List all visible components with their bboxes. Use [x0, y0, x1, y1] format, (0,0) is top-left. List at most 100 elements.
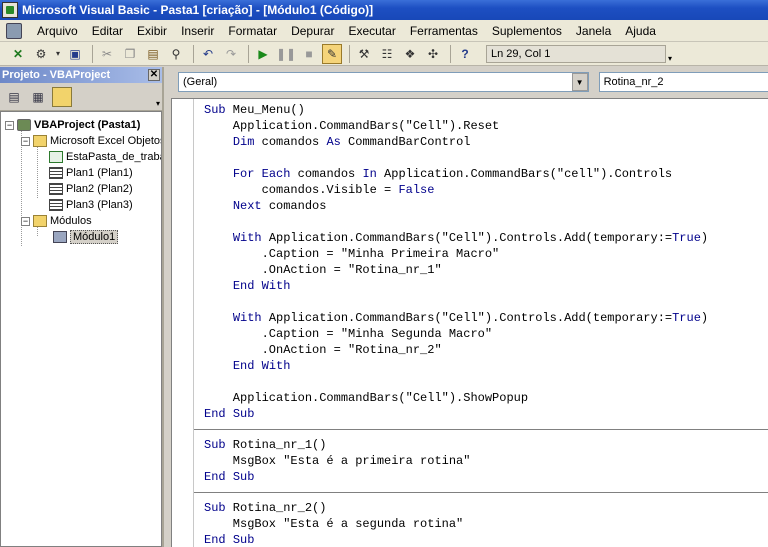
code-line[interactable]: Sub Rotina_nr_2(): [204, 500, 768, 516]
toggle-folders-icon[interactable]: [52, 86, 72, 107]
toolbar-options-icon[interactable]: ▾: [668, 54, 672, 65]
code-line[interactable]: [204, 374, 768, 390]
tree-item-label: Plan3 (Plan3): [66, 199, 133, 211]
code-line[interactable]: With Application.CommandBars("Cell").Con…: [204, 230, 768, 246]
code-line[interactable]: Application.CommandBars("Cell").Reset: [204, 118, 768, 134]
toolbar-separator: [450, 44, 451, 63]
code-line[interactable]: End Sub: [204, 406, 768, 422]
code-margin[interactable]: [172, 99, 194, 547]
tree-item-label: Módulo1: [70, 230, 119, 244]
save-icon[interactable]: ▣: [65, 44, 85, 64]
menu-executar[interactable]: Executar: [341, 24, 402, 38]
properties-icon[interactable]: ☷: [377, 44, 397, 64]
chevron-down-icon[interactable]: ▼: [571, 73, 588, 91]
folder-icon: [33, 135, 47, 147]
object-dropdown-value: (Geral): [183, 76, 218, 88]
code-line[interactable]: Application.CommandBars("Cell").ShowPopu…: [204, 390, 768, 406]
redo-icon[interactable]: ↷: [221, 44, 241, 64]
project-explorer-icon[interactable]: ⚒: [354, 44, 374, 64]
code-line[interactable]: For Each comandos In Application.Command…: [204, 166, 768, 182]
toolbox-icon[interactable]: ✣: [423, 44, 443, 64]
menu-suplementos[interactable]: Suplementos: [485, 24, 569, 38]
module-window-icon[interactable]: [6, 22, 22, 39]
tree-item-sheet[interactable]: Plan3 (Plan3): [49, 197, 133, 213]
code-line[interactable]: .Caption = "Minha Segunda Macro": [204, 326, 768, 342]
menu-arquivo[interactable]: Arquivo: [30, 24, 85, 38]
code-line[interactable]: MsgBox "Esta é a segunda rotina": [204, 516, 768, 532]
menu-depurar[interactable]: Depurar: [284, 24, 341, 38]
copy-icon[interactable]: ❐: [120, 44, 140, 64]
code-line[interactable]: End Sub: [204, 469, 768, 485]
window-title: Microsoft Visual Basic - Pasta1 [criação…: [22, 3, 374, 17]
reset-icon[interactable]: ■: [299, 44, 319, 64]
find-icon[interactable]: ⚲: [166, 44, 186, 64]
procedure-dropdown[interactable]: Rotina_nr_2: [598, 72, 768, 92]
project-explorer-title: Projeto - VBAProject: [2, 69, 111, 81]
code-line[interactable]: .OnAction = "Rotina_nr_1": [204, 262, 768, 278]
close-icon[interactable]: ✕: [148, 69, 160, 81]
cut-icon[interactable]: ✂: [97, 44, 117, 64]
tree-item-label: Módulos: [50, 215, 92, 227]
tree-item-workbook[interactable]: EstaPasta_de_trabalho: [49, 149, 161, 165]
help-icon[interactable]: ?: [455, 44, 475, 64]
menu-editar[interactable]: Editar: [85, 24, 130, 38]
tree-item-modules[interactable]: − Módulos: [21, 213, 92, 229]
code-line[interactable]: .OnAction = "Rotina_nr_2": [204, 342, 768, 358]
toolbar-options-icon[interactable]: ▾: [156, 99, 160, 108]
insert-dropdown-icon[interactable]: ▾: [54, 44, 62, 64]
object-browser-icon[interactable]: ❖: [400, 44, 420, 64]
code-line[interactable]: End With: [204, 358, 768, 374]
code-line[interactable]: MsgBox "Esta é a primeira rotina": [204, 453, 768, 469]
code-line[interactable]: comandos.Visible = False: [204, 182, 768, 198]
tree-item-sheet[interactable]: Plan2 (Plan2): [49, 181, 133, 197]
insert-object-icon[interactable]: ⚙: [31, 44, 51, 64]
code-editor[interactable]: Sub Meu_Menu() Application.CommandBars("…: [171, 98, 768, 547]
code-line[interactable]: End Sub: [204, 532, 768, 547]
code-line[interactable]: [204, 214, 768, 230]
worksheet-icon: [49, 167, 63, 179]
tree-item-label: EstaPasta_de_trabalho: [66, 151, 161, 163]
code-lines[interactable]: Sub Meu_Menu() Application.CommandBars("…: [194, 99, 768, 547]
code-line[interactable]: Dim comandos As CommandBarControl: [204, 134, 768, 150]
menu-formatar[interactable]: Formatar: [221, 24, 284, 38]
project-explorer-header: Projeto - VBAProject ✕: [0, 67, 162, 83]
undo-icon[interactable]: ↶: [198, 44, 218, 64]
title-bar: Microsoft Visual Basic - Pasta1 [criação…: [0, 0, 768, 20]
excel-view-icon[interactable]: ✕: [8, 44, 28, 64]
code-line[interactable]: Sub Rotina_nr_1(): [204, 437, 768, 453]
project-tree: − VBAProject (Pasta1) − Microsoft Excel …: [0, 111, 162, 547]
code-line[interactable]: End With: [204, 278, 768, 294]
design-mode-icon[interactable]: ✎: [322, 43, 342, 64]
code-line[interactable]: Next comandos: [204, 198, 768, 214]
menu-ferramentas[interactable]: Ferramentas: [403, 24, 485, 38]
paste-icon[interactable]: ▤: [143, 44, 163, 64]
vbe-app-icon[interactable]: [2, 2, 18, 18]
tree-item-module[interactable]: Módulo1: [53, 229, 119, 245]
code-line[interactable]: [204, 294, 768, 310]
worksheet-icon: [49, 183, 63, 195]
menu-inserir[interactable]: Inserir: [174, 24, 221, 38]
standard-toolbar: ✕ ⚙ ▾ ▣ ✂ ❐ ▤ ⚲ ↶ ↷ ▶ ❚❚ ■ ✎ ⚒ ☷ ❖ ✣ ? L…: [0, 42, 768, 66]
code-line[interactable]: [204, 150, 768, 166]
tree-item-project[interactable]: − VBAProject (Pasta1): [5, 117, 140, 133]
tree-item-sheet[interactable]: Plan1 (Plan1): [49, 165, 133, 181]
menu-ajuda[interactable]: Ajuda: [618, 24, 663, 38]
menu-exibir[interactable]: Exibir: [130, 24, 174, 38]
view-code-icon[interactable]: ▤: [4, 87, 24, 107]
menu-janela[interactable]: Janela: [569, 24, 618, 38]
menu-bar: Arquivo Editar Exibir Inserir Formatar D…: [0, 20, 768, 42]
workbook-icon: [49, 151, 63, 163]
view-object-icon[interactable]: ▦: [28, 87, 48, 107]
collapse-icon[interactable]: −: [5, 120, 14, 130]
folder-icon: [33, 215, 47, 227]
collapse-icon[interactable]: −: [21, 136, 30, 146]
object-dropdown[interactable]: (Geral) ▼: [178, 72, 589, 92]
run-icon[interactable]: ▶: [253, 44, 273, 64]
collapse-icon[interactable]: −: [21, 216, 30, 226]
code-line[interactable]: With Application.CommandBars("Cell").Con…: [204, 310, 768, 326]
module-icon: [53, 231, 67, 243]
code-line[interactable]: .Caption = "Minha Primeira Macro": [204, 246, 768, 262]
code-line[interactable]: Sub Meu_Menu(): [204, 102, 768, 118]
break-icon[interactable]: ❚❚: [276, 44, 296, 64]
tree-item-excel-objects[interactable]: − Microsoft Excel Objetos: [21, 133, 161, 149]
